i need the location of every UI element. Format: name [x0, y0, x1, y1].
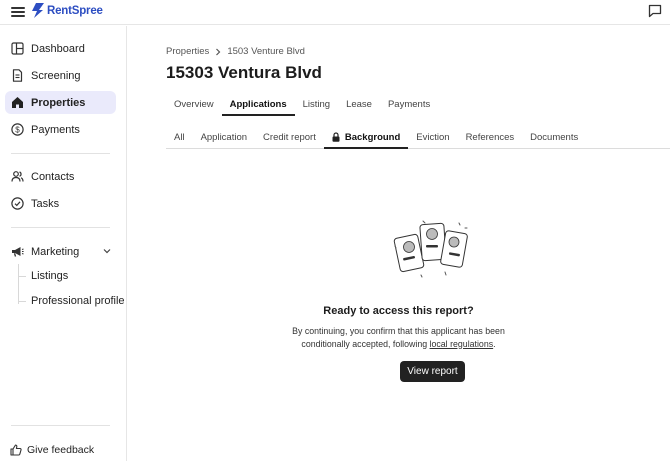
sidebar-item-label: Tasks [31, 197, 60, 210]
tab-listing[interactable]: Listing [295, 92, 338, 116]
svg-text:$: $ [15, 125, 20, 134]
sidebar-item-tasks[interactable]: Tasks [5, 192, 116, 215]
home-icon [12, 97, 23, 108]
empty-state-title: Ready to access this report? [323, 305, 474, 317]
view-report-button[interactable]: View report [400, 361, 465, 382]
menu-icon[interactable] [11, 5, 25, 19]
report-cards-illustration [393, 220, 468, 278]
empty-state-line-2: conditionally accepted, following local … [127, 338, 670, 351]
local-regulations-link[interactable]: local regulations [430, 339, 494, 349]
sidebar-item-label: Payments [31, 123, 80, 136]
sidebar-divider [11, 227, 110, 228]
give-feedback-label: Give feedback [27, 444, 95, 456]
submenu-guide [18, 264, 19, 304]
application-subtabs: All Application Credit report Background… [166, 130, 670, 149]
sidebar-item-label: Screening [31, 69, 81, 82]
tab-applications[interactable]: Applications [221, 92, 295, 116]
property-tabs: Overview Applications Listing Lease Paym… [166, 92, 438, 116]
submenu-branch [18, 301, 26, 302]
sidebar-item-screening[interactable]: Screening [5, 64, 116, 87]
empty-state-line-2-prefix: conditionally accepted, following [301, 338, 430, 349]
subtab-label: Application [200, 132, 248, 143]
sidebar: Dashboard Screening Properties $ Payment… [0, 26, 127, 461]
give-feedback-button[interactable]: Give feedback [10, 444, 94, 456]
sidebar-item-marketing[interactable]: Marketing [5, 240, 116, 263]
subtab-credit-report[interactable]: Credit report [255, 130, 324, 149]
subtab-label: Documents [530, 132, 579, 143]
logo[interactable]: RentSpree [31, 3, 103, 18]
sidebar-item-label: Contacts [31, 170, 75, 183]
users-icon [11, 171, 24, 182]
breadcrumb: Properties 1503 Venture Blvd [166, 46, 305, 57]
subtab-all[interactable]: All [166, 130, 193, 149]
sidebar-item-label: Properties [31, 96, 86, 109]
tab-payments[interactable]: Payments [380, 92, 438, 116]
subtab-label: Background [344, 132, 401, 143]
sidebar-item-contacts[interactable]: Contacts [5, 165, 116, 188]
sidebar-subitem-listings[interactable]: Listings [31, 270, 68, 282]
check-circle-icon [11, 197, 24, 210]
empty-state-line-1: By continuing, you confirm that this app… [292, 326, 505, 336]
subtab-label: References [465, 132, 515, 143]
tab-lease[interactable]: Lease [338, 92, 380, 116]
sidebar-item-label: Marketing [31, 245, 80, 258]
subtab-label: All [174, 132, 185, 143]
sidebar-item-properties[interactable]: Properties [5, 91, 116, 114]
sidebar-item-payments[interactable]: $ Payments [5, 118, 116, 141]
document-icon [12, 69, 23, 82]
empty-state-body: By continuing, you confirm that this app… [127, 325, 670, 350]
sidebar-subitem-professional-profile[interactable]: Professional profile [31, 295, 125, 307]
main-content: Properties 1503 Venture Blvd 15303 Ventu… [127, 26, 670, 461]
dollar-icon: $ [11, 123, 24, 136]
subtab-label: Eviction [416, 132, 450, 143]
page-title: 15303 Ventura Blvd [166, 63, 322, 82]
sidebar-divider [11, 153, 110, 154]
subtab-background[interactable]: Background [323, 130, 409, 149]
empty-state-line-2-suffix: . [493, 338, 496, 349]
brand-name: RentSpree [47, 4, 103, 17]
thumbs-up-icon [10, 444, 22, 456]
tab-overview[interactable]: Overview [166, 92, 222, 116]
megaphone-icon [12, 247, 24, 257]
subtab-eviction[interactable]: Eviction [408, 130, 457, 149]
chevron-right-icon [216, 48, 221, 55]
subtab-application[interactable]: Application [193, 130, 255, 149]
chat-icon[interactable] [648, 4, 662, 18]
subtab-documents[interactable]: Documents [522, 130, 586, 149]
dashboard-icon [11, 42, 24, 55]
submenu-branch [18, 276, 26, 277]
sidebar-item-dashboard[interactable]: Dashboard [5, 37, 116, 60]
top-bar: RentSpree [0, 0, 670, 25]
sidebar-item-label: Dashboard [31, 42, 85, 55]
chevron-down-icon [103, 249, 111, 254]
breadcrumb-current: 1503 Venture Blvd [227, 46, 305, 57]
sidebar-divider [11, 425, 110, 426]
subtab-label: Credit report [263, 132, 316, 143]
rentspree-logo-icon [32, 3, 44, 18]
breadcrumb-properties-link[interactable]: Properties [166, 46, 209, 57]
lock-icon [332, 132, 340, 142]
subtab-references[interactable]: References [458, 130, 523, 149]
